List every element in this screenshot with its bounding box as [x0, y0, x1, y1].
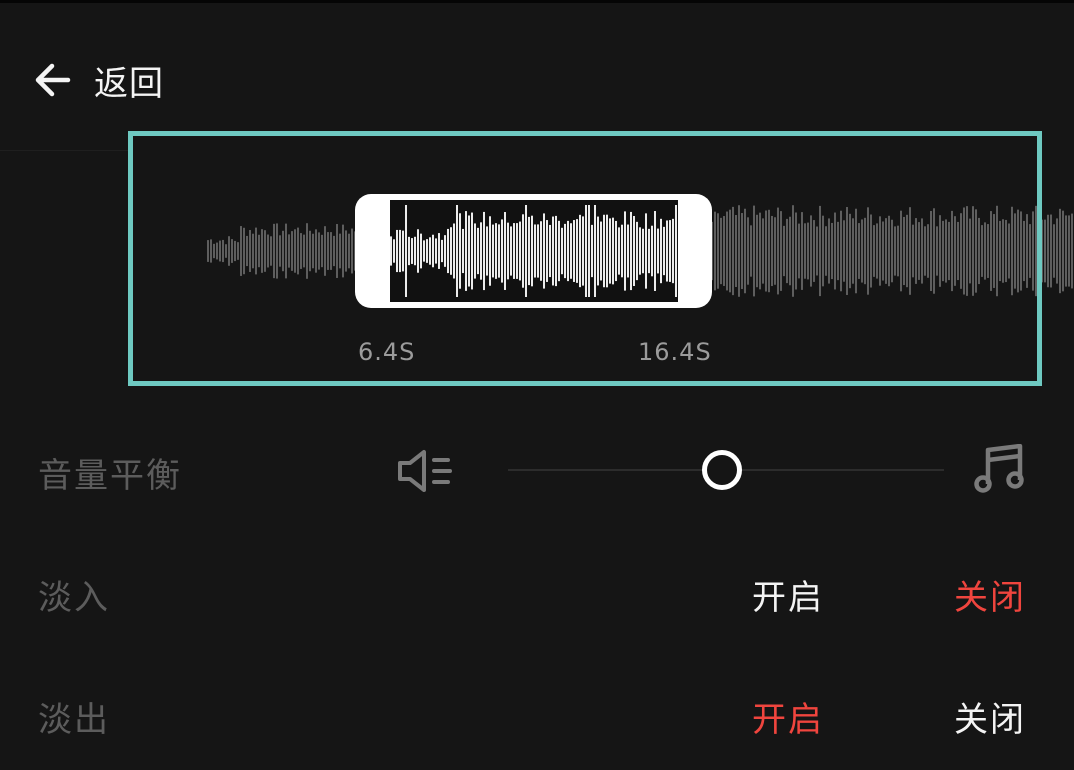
music-note-icon[interactable]	[974, 444, 1026, 494]
selection-waveform	[390, 200, 678, 302]
waveform-selection[interactable]	[355, 194, 712, 308]
audio-editor-screen: 返回 6.4S 16.4S 音量平衡 淡入 开启 关闭 淡出 开启 关闭	[0, 0, 1074, 770]
fade-in-on-option[interactable]: 开启	[752, 570, 824, 619]
selection-end-time: 16.4S	[638, 338, 712, 366]
volume-balance-label: 音量平衡	[38, 456, 182, 496]
selection-start-time: 6.4S	[358, 338, 416, 366]
speaker-icon[interactable]	[396, 448, 454, 494]
fade-out-off-option[interactable]: 关闭	[954, 692, 1026, 741]
volume-balance-thumb[interactable]	[702, 450, 742, 490]
fade-out-label: 淡出	[38, 700, 110, 740]
header: 返回	[30, 52, 164, 108]
fade-in-off-option[interactable]: 关闭	[954, 570, 1026, 619]
fade-in-label: 淡入	[38, 578, 110, 618]
status-bar-edge	[0, 0, 1074, 3]
back-label: 返回	[94, 63, 164, 104]
back-button[interactable]: 返回	[30, 56, 164, 105]
fade-out-on-option[interactable]: 开启	[752, 692, 824, 741]
arrow-left-icon	[35, 63, 71, 97]
header-divider	[0, 150, 130, 151]
